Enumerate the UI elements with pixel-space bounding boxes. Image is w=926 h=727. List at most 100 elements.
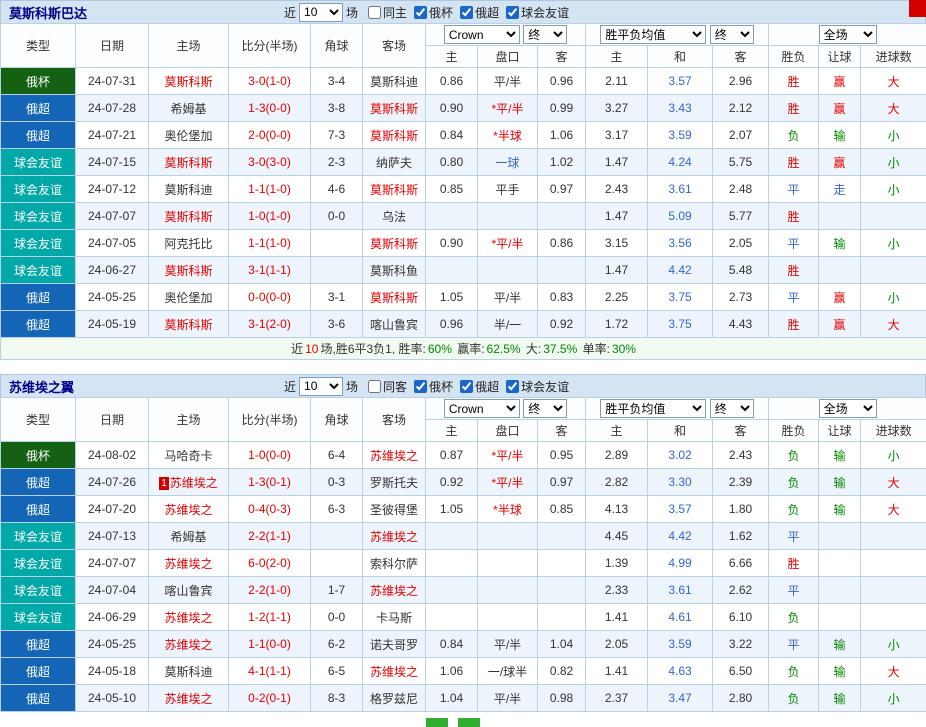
home-team-cell[interactable]: 奥伦堡加 xyxy=(149,122,229,149)
away-team-cell[interactable]: 诺夫哥罗 xyxy=(363,631,426,658)
russian-premier-checkbox[interactable] xyxy=(460,6,473,19)
league-type-cell: 球会友谊 xyxy=(1,257,76,284)
home-team-cell[interactable]: 苏维埃之 xyxy=(149,604,229,631)
russian-cup-checkbox[interactable] xyxy=(414,6,427,19)
avg-lose-cell: 2.62 xyxy=(713,577,769,604)
home-team-cell[interactable]: 希姆基 xyxy=(149,95,229,122)
home-team-cell[interactable]: 莫斯科迪 xyxy=(149,176,229,203)
home-team-cell[interactable]: 马哈奇卡 xyxy=(149,442,229,469)
away-team-cell[interactable]: 喀山鲁宾 xyxy=(363,311,426,338)
result-cell: 负 xyxy=(769,442,819,469)
match-row: 俄超 24-07-26 1苏维埃之 1-3(0-1) 0-3 罗斯托夫 0.92… xyxy=(1,469,926,496)
section-gap xyxy=(0,360,926,374)
away-team-cell[interactable]: 苏维埃之 xyxy=(363,442,426,469)
home-team-name: 奥伦堡加 xyxy=(164,129,212,143)
away-team-cell[interactable]: 莫斯科斯 xyxy=(363,284,426,311)
away-team-cell[interactable]: 索科尔萨 xyxy=(363,550,426,577)
col-result: 胜负 xyxy=(769,46,819,68)
home-team-cell[interactable]: 希姆基 xyxy=(149,523,229,550)
home-team-cell[interactable]: 苏维埃之 xyxy=(149,496,229,523)
home-team-cell[interactable]: 莫斯科斯 xyxy=(149,257,229,284)
summary-segment: 场,胜6平3负1, 胜率: xyxy=(320,342,425,356)
home-team-cell[interactable]: 阿克托比 xyxy=(149,230,229,257)
home-team-cell[interactable]: 苏维埃之 xyxy=(149,631,229,658)
goals-cell: 小 xyxy=(861,176,926,203)
home-team-cell[interactable]: 1苏维埃之 xyxy=(149,469,229,496)
score-cell: 0-0(0-0) xyxy=(229,284,311,311)
result-cell: 胜 xyxy=(769,68,819,95)
match-row: 球会友谊 24-07-13 希姆基 2-2(1-1) 苏维埃之 4.45 4.4… xyxy=(1,523,926,550)
home-team-cell[interactable]: 莫斯科斯 xyxy=(149,68,229,95)
corner-cell: 3-1 xyxy=(311,284,363,311)
away-team-cell[interactable]: 莫斯科斯 xyxy=(363,122,426,149)
away-team-cell[interactable]: 莫斯科迪 xyxy=(363,68,426,95)
away-team-cell[interactable]: 莫斯科鱼 xyxy=(363,257,426,284)
home-team-cell[interactable]: 莫斯科迪 xyxy=(149,658,229,685)
date-cell: 24-05-10 xyxy=(76,685,149,712)
away-team-cell[interactable]: 纳萨夫 xyxy=(363,149,426,176)
col-score: 比分(半场) xyxy=(229,24,311,68)
col-handicap-result: 让球 xyxy=(819,46,861,68)
odds-state-select[interactable]: 终 xyxy=(523,25,567,44)
avg-type-select[interactable]: 胜平负均值 xyxy=(600,399,706,418)
club-friendly-checkbox[interactable] xyxy=(506,380,519,393)
score-cell: 1-3(0-1) xyxy=(229,469,311,496)
avg-state-select[interactable]: 终 xyxy=(710,399,754,418)
scope-select[interactable]: 全场 xyxy=(819,399,877,418)
near-label: 近 xyxy=(284,4,296,21)
match-row: 俄超 24-05-25 苏维埃之 1-1(0-0) 6-2 诺夫哥罗 0.84 … xyxy=(1,631,926,658)
avg-win-cell: 3.17 xyxy=(586,122,648,149)
away-team-cell[interactable]: 格罗兹尼 xyxy=(363,685,426,712)
home-team-cell[interactable]: 莫斯科斯 xyxy=(149,311,229,338)
corner-red-button[interactable] xyxy=(909,0,926,17)
avg-lose-cell: 1.62 xyxy=(713,523,769,550)
date-cell: 24-05-19 xyxy=(76,311,149,338)
avg-type-select[interactable]: 胜平负均值 xyxy=(600,25,706,44)
home-team-cell[interactable]: 莫斯科斯 xyxy=(149,149,229,176)
date-cell: 24-07-31 xyxy=(76,68,149,95)
clipped-summary-fragment xyxy=(426,718,448,727)
same-away-checkbox[interactable] xyxy=(368,380,381,393)
away-team-cell[interactable]: 莫斯科斯 xyxy=(363,230,426,257)
russian-cup-checkbox[interactable] xyxy=(414,380,427,393)
away-team-cell[interactable]: 苏维埃之 xyxy=(363,523,426,550)
away-team-cell[interactable]: 圣彼得堡 xyxy=(363,496,426,523)
away-team-cell[interactable]: 卡马斯 xyxy=(363,604,426,631)
home-team-cell[interactable]: 苏维埃之 xyxy=(149,685,229,712)
away-team-history-section: 苏维埃之翼 近 10 场 同客 俄杯 俄超 球会友谊 xyxy=(0,374,926,712)
result-cell: 负 xyxy=(769,469,819,496)
odds-company-select[interactable]: Crown xyxy=(444,25,520,44)
away-team-cell[interactable]: 苏维埃之 xyxy=(363,577,426,604)
away-team-name: 苏维埃之 xyxy=(370,584,418,598)
away-team-cell[interactable]: 莫斯科斯 xyxy=(363,176,426,203)
date-cell: 24-06-29 xyxy=(76,604,149,631)
odds-state-select[interactable]: 终 xyxy=(523,399,567,418)
away-team-cell[interactable]: 苏维埃之 xyxy=(363,658,426,685)
same-home-checkbox[interactable] xyxy=(368,6,381,19)
club-friendly-checkbox[interactable] xyxy=(506,6,519,19)
avg-dropdown-group: 胜平负均值 终 xyxy=(586,24,769,46)
home-team-cell[interactable]: 苏维埃之 xyxy=(149,550,229,577)
scope-select[interactable]: 全场 xyxy=(819,25,877,44)
away-team-name: 诺夫哥罗 xyxy=(370,638,418,652)
avg-draw-cell: 4.24 xyxy=(648,149,713,176)
away-team-cell[interactable]: 莫斯科斯 xyxy=(363,95,426,122)
home-team-cell[interactable]: 奥伦堡加 xyxy=(149,284,229,311)
home-team-name: 苏维埃之 xyxy=(164,503,212,517)
avg-draw-cell: 3.02 xyxy=(648,442,713,469)
away-team-cell[interactable]: 罗斯托夫 xyxy=(363,469,426,496)
away-team-name: 罗斯托夫 xyxy=(370,476,418,490)
russian-premier-checkbox[interactable] xyxy=(460,380,473,393)
home-team-cell[interactable]: 莫斯科斯 xyxy=(149,203,229,230)
avg-state-select[interactable]: 终 xyxy=(710,25,754,44)
avg-lose-cell: 2.39 xyxy=(713,469,769,496)
away-team-cell[interactable]: 乌法 xyxy=(363,203,426,230)
match-count-select[interactable]: 10 xyxy=(299,377,343,396)
handicap-result-cell: 输 xyxy=(819,230,861,257)
odds-company-select[interactable]: Crown xyxy=(444,399,520,418)
match-count-select[interactable]: 10 xyxy=(299,3,343,22)
handicap-cell: 平/半 xyxy=(478,284,538,311)
avg-win-cell: 1.47 xyxy=(586,257,648,284)
home-team-cell[interactable]: 喀山鲁宾 xyxy=(149,577,229,604)
goals-cell xyxy=(861,257,926,284)
